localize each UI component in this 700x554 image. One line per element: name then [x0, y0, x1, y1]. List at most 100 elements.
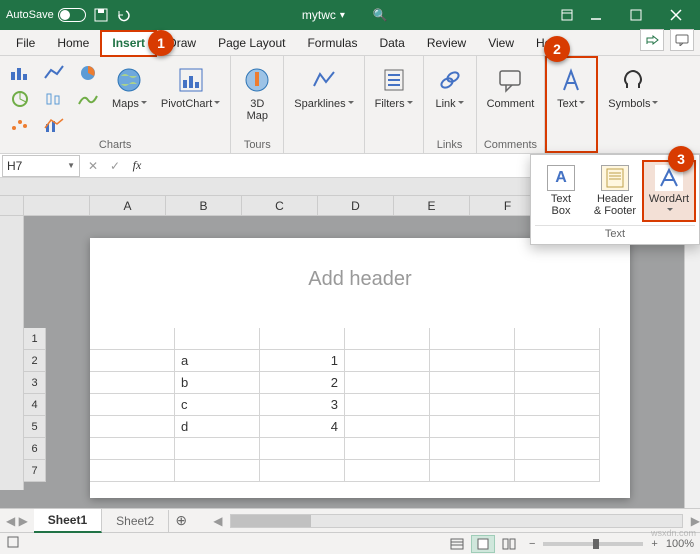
cell[interactable] — [515, 394, 600, 416]
cell[interactable] — [515, 328, 600, 350]
normal-view-button[interactable] — [445, 535, 469, 553]
cell[interactable] — [90, 328, 175, 350]
zoom-in-button[interactable]: + — [651, 538, 657, 550]
page-layout-view-button[interactable] — [471, 535, 495, 553]
maximize-button[interactable] — [618, 1, 654, 29]
cell[interactable]: c — [175, 394, 260, 416]
new-sheet-button[interactable]: ⊕ — [169, 512, 193, 529]
cell[interactable] — [430, 394, 515, 416]
zoom-slider[interactable] — [543, 542, 643, 546]
chart-pie-icon[interactable] — [74, 62, 102, 84]
cell[interactable]: a — [175, 350, 260, 372]
col-header[interactable]: B — [166, 196, 242, 216]
tab-review[interactable]: Review — [417, 32, 476, 55]
3dmap-button[interactable]: 3D Map — [237, 62, 277, 124]
row-header[interactable]: 6 — [24, 438, 46, 460]
cell[interactable] — [345, 438, 430, 460]
tab-view[interactable]: View — [478, 32, 524, 55]
col-header[interactable]: E — [394, 196, 470, 216]
cell[interactable] — [90, 350, 175, 372]
tab-file[interactable]: File — [6, 32, 45, 55]
row-header[interactable]: 7 — [24, 460, 46, 482]
cell[interactable] — [90, 438, 175, 460]
sparklines-button[interactable]: Sparklines — [290, 62, 357, 112]
cell[interactable] — [260, 460, 345, 482]
cell[interactable] — [90, 372, 175, 394]
link-button[interactable]: Link — [430, 62, 470, 112]
toggle-off-icon[interactable] — [58, 8, 86, 22]
cell[interactable] — [515, 460, 600, 482]
row-header[interactable]: 5 — [24, 416, 46, 438]
col-header[interactable]: C — [242, 196, 318, 216]
sheet-nav-arrows[interactable]: ◀ ▶ — [0, 514, 34, 528]
symbols-button[interactable]: Symbols — [604, 62, 662, 112]
zoom-out-button[interactable]: − — [529, 538, 535, 550]
cell[interactable] — [430, 438, 515, 460]
page-break-view-button[interactable] — [497, 535, 521, 553]
cell[interactable] — [260, 438, 345, 460]
minimize-button[interactable] — [578, 1, 614, 29]
cell[interactable] — [345, 460, 430, 482]
tab-formulas[interactable]: Formulas — [297, 32, 367, 55]
maps-button[interactable]: Maps — [108, 62, 151, 112]
cell[interactable] — [430, 416, 515, 438]
chart-column-icon[interactable] — [6, 62, 34, 84]
ribbon-display-icon[interactable] — [560, 8, 574, 22]
cell[interactable]: 1 — [260, 350, 345, 372]
header-placeholder[interactable]: Add header — [90, 238, 630, 311]
cell[interactable] — [90, 416, 175, 438]
tab-home[interactable]: Home — [47, 32, 99, 55]
chart-surface-icon[interactable] — [74, 88, 102, 110]
cell[interactable] — [430, 328, 515, 350]
chart-hierarchy-icon[interactable] — [6, 88, 34, 110]
text-box-button[interactable]: A Text Box — [535, 161, 587, 221]
chevron-down-icon[interactable]: ▼ — [67, 161, 75, 170]
chart-statistic-icon[interactable] — [40, 88, 68, 110]
cell[interactable] — [90, 394, 175, 416]
cell[interactable] — [515, 438, 600, 460]
tab-scroll-left-icon[interactable]: ◀ — [213, 514, 222, 528]
cell[interactable]: 3 — [260, 394, 345, 416]
cell[interactable] — [260, 328, 345, 350]
col-header[interactable]: A — [90, 196, 166, 216]
autosave-toggle[interactable]: AutoSave — [6, 8, 86, 22]
share-button[interactable] — [640, 29, 664, 51]
cell[interactable] — [345, 416, 430, 438]
cell[interactable] — [345, 394, 430, 416]
cell[interactable] — [430, 350, 515, 372]
filters-button[interactable]: Filters — [371, 62, 417, 112]
col-header[interactable]: D — [318, 196, 394, 216]
close-button[interactable] — [658, 1, 694, 29]
cell[interactable] — [515, 372, 600, 394]
tab-data[interactable]: Data — [369, 32, 414, 55]
cell[interactable]: 4 — [260, 416, 345, 438]
sheet-tab[interactable]: Sheet1 — [34, 509, 102, 533]
horizontal-scrollbar[interactable] — [230, 514, 682, 528]
save-icon[interactable] — [94, 8, 108, 22]
comments-button[interactable] — [670, 29, 694, 51]
cell[interactable] — [515, 416, 600, 438]
cell[interactable] — [175, 438, 260, 460]
comment-button[interactable]: Comment — [483, 62, 539, 112]
cell[interactable] — [515, 350, 600, 372]
search-icon[interactable]: 🔍 — [373, 8, 388, 22]
insert-function-icon[interactable]: fx — [126, 158, 148, 173]
chart-line-icon[interactable] — [40, 62, 68, 84]
text-button[interactable]: Text — [551, 62, 591, 112]
cell[interactable] — [345, 372, 430, 394]
cell[interactable]: b — [175, 372, 260, 394]
cell[interactable]: 2 — [260, 372, 345, 394]
name-box[interactable]: H7 ▼ — [2, 155, 80, 177]
cell[interactable] — [345, 350, 430, 372]
cell[interactable] — [175, 328, 260, 350]
cell[interactable] — [430, 372, 515, 394]
cell[interactable] — [345, 328, 430, 350]
row-header[interactable]: 1 — [24, 328, 46, 350]
row-header[interactable]: 2 — [24, 350, 46, 372]
tab-scroll-right-icon[interactable]: ▶ — [691, 514, 700, 528]
chart-combo-icon[interactable] — [40, 114, 68, 136]
cell[interactable] — [90, 460, 175, 482]
row-header[interactable]: 3 — [24, 372, 46, 394]
row-header[interactable]: 4 — [24, 394, 46, 416]
tab-page-layout[interactable]: Page Layout — [208, 32, 295, 55]
